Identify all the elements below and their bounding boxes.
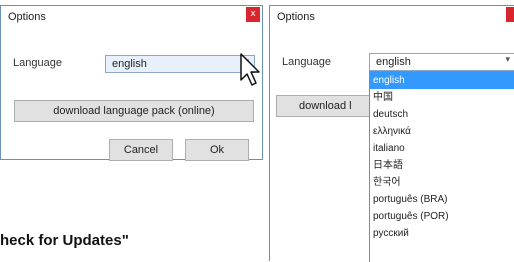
title-bar: Options: [270, 6, 514, 29]
mouse-pointer-icon: [240, 53, 260, 86]
chevron-down-icon: ▾: [505, 55, 510, 65]
title-bar: Options x: [1, 6, 262, 29]
download-language-pack-button[interactable]: download l: [276, 95, 372, 117]
language-dropdown-list: english 中国 deutsch ελληνικά italiano 日本語 한국어 po…: [369, 71, 514, 262]
language-option[interactable]: 日本語: [370, 157, 514, 174]
language-option[interactable]: русский: [370, 225, 514, 242]
language-select[interactable]: english ▾: [369, 53, 514, 71]
cancel-button[interactable]: Cancel: [109, 139, 173, 161]
language-select-value: english: [112, 58, 147, 70]
language-option[interactable]: ελληνικά: [370, 123, 514, 140]
download-language-pack-button[interactable]: download language pack (online): [14, 100, 254, 122]
close-button[interactable]: x: [246, 7, 260, 22]
language-option[interactable]: 한국어: [370, 174, 514, 191]
dialog-title: Options: [277, 11, 315, 23]
language-label: Language: [13, 57, 62, 69]
language-select[interactable]: english ▾: [105, 55, 255, 73]
caption-text: heck for Updates": [0, 232, 129, 249]
options-dialog: Options x Language english ▾ download la…: [0, 5, 263, 161]
ok-button[interactable]: Ok: [185, 139, 249, 161]
options-dialog-expanded: Options Language english ▾ download l en…: [269, 5, 514, 262]
language-option[interactable]: português (POR): [370, 208, 514, 225]
language-select-value: english: [376, 56, 411, 68]
language-option[interactable]: deutsch: [370, 106, 514, 123]
language-option[interactable]: 中国: [370, 89, 514, 106]
close-button[interactable]: [506, 7, 514, 22]
language-option[interactable]: english: [370, 72, 514, 89]
dialog-title: Options: [8, 11, 46, 23]
language-option[interactable]: português (BRA): [370, 191, 514, 208]
language-label: Language: [282, 56, 331, 68]
language-option[interactable]: italiano: [370, 140, 514, 157]
